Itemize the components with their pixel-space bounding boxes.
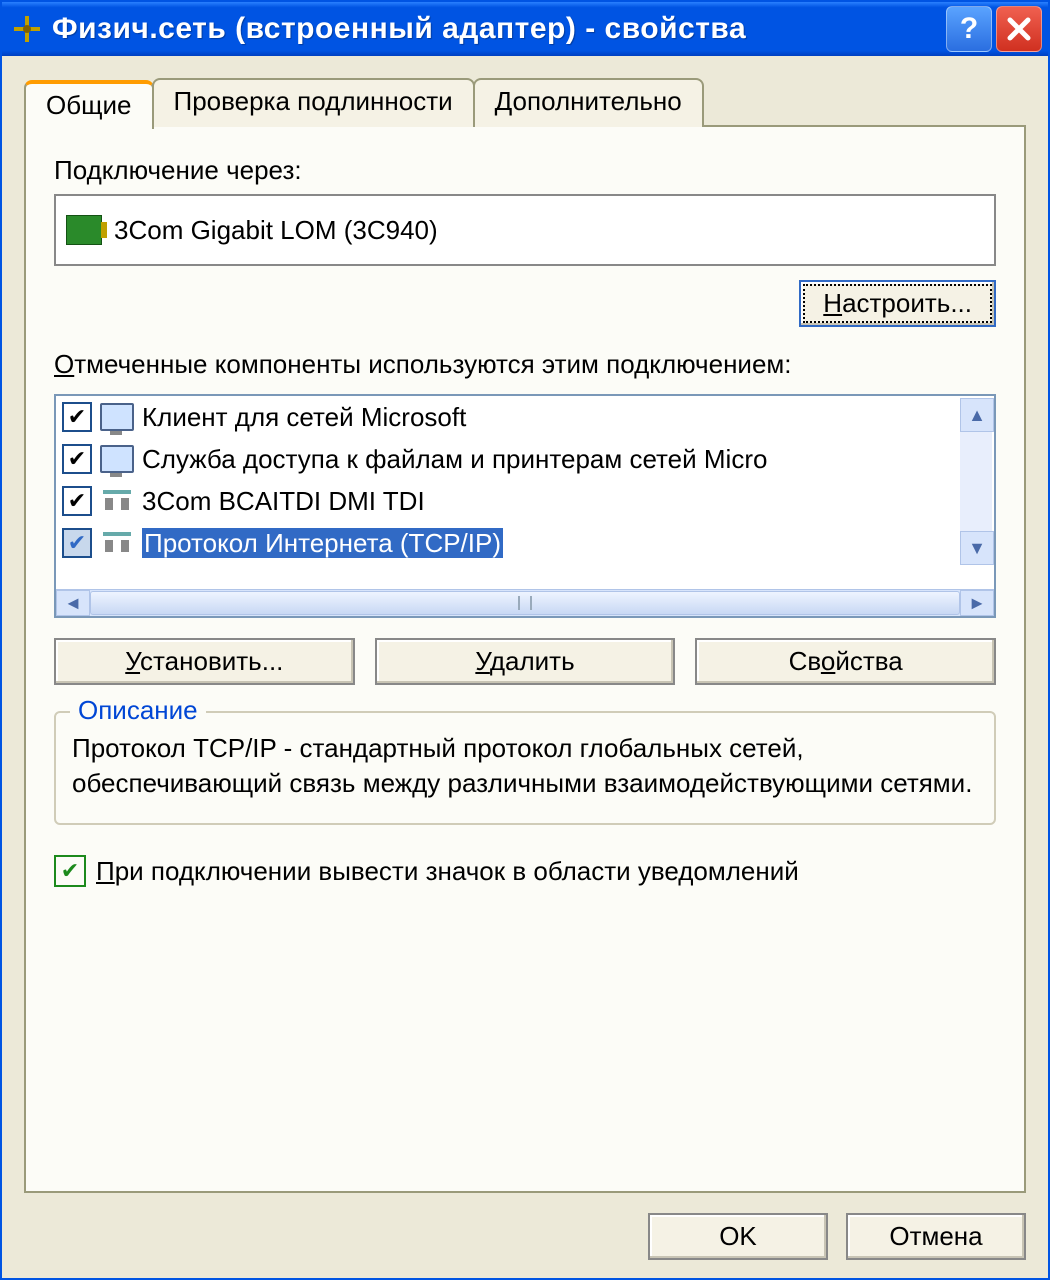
protocol-icon bbox=[100, 484, 134, 518]
titlebar[interactable]: Физич.сеть (встроенный адаптер) - свойст… bbox=[2, 2, 1048, 56]
tab-general[interactable]: Общие bbox=[24, 80, 154, 129]
list-item[interactable]: Протокол Интернета (TCP/IP) bbox=[56, 522, 994, 564]
notify-checkbox[interactable] bbox=[54, 855, 86, 887]
notify-checkbox-row[interactable]: При подключении вывести значок в области… bbox=[54, 855, 996, 887]
hscroll-thumb[interactable] bbox=[90, 591, 960, 615]
install-button[interactable]: Установить... bbox=[54, 638, 355, 685]
list-item[interactable]: Клиент для сетей Microsoft bbox=[56, 396, 994, 438]
list-item[interactable]: 3Com BCAITDI DMI TDI bbox=[56, 480, 994, 522]
description-legend: Описание bbox=[70, 695, 206, 726]
cancel-button[interactable]: Отмена bbox=[846, 1213, 1026, 1260]
description-group: Описание Протокол TCP/IP - стандартный п… bbox=[54, 711, 996, 825]
configure-button[interactable]: Настроить... bbox=[799, 280, 996, 327]
tab-advanced[interactable]: Дополнительно bbox=[473, 78, 704, 127]
client-icon bbox=[100, 400, 134, 434]
component-checkbox[interactable] bbox=[62, 528, 92, 558]
component-checkbox[interactable] bbox=[62, 444, 92, 474]
tab-panel-general: Подключение через: 3Com Gigabit LOM (3C9… bbox=[24, 125, 1026, 1193]
connect-through-label: Подключение через: bbox=[54, 155, 996, 186]
scroll-up-button[interactable]: ▲ bbox=[960, 398, 994, 432]
horizontal-scrollbar[interactable]: ◄ ► bbox=[56, 589, 994, 616]
nic-icon bbox=[66, 215, 102, 245]
properties-button[interactable]: Свойства bbox=[695, 638, 996, 685]
ok-button[interactable]: OK bbox=[648, 1213, 828, 1260]
properties-dialog: Физич.сеть (встроенный адаптер) - свойст… bbox=[0, 0, 1050, 1280]
components-label: Отмеченные компоненты используются этим … bbox=[54, 349, 996, 380]
scroll-right-button[interactable]: ► bbox=[960, 590, 994, 616]
component-label: Протокол Интернета (TCP/IP) bbox=[142, 528, 988, 559]
adapter-name: 3Com Gigabit LOM (3C940) bbox=[114, 215, 438, 246]
notify-label: При подключении вывести значок в области… bbox=[96, 856, 799, 887]
help-button[interactable]: ? bbox=[946, 6, 992, 52]
tab-authentication[interactable]: Проверка подлинности bbox=[152, 78, 475, 127]
description-text: Протокол TCP/IP - стандартный протокол г… bbox=[72, 731, 978, 801]
component-checkbox[interactable] bbox=[62, 402, 92, 432]
window-title: Физич.сеть (встроенный адаптер) - свойст… bbox=[52, 12, 946, 46]
network-adapter-icon bbox=[10, 12, 44, 46]
tab-strip: Общие Проверка подлинности Дополнительно bbox=[24, 78, 1026, 127]
component-label: Клиент для сетей Microsoft bbox=[142, 402, 988, 433]
scroll-down-button[interactable]: ▼ bbox=[960, 531, 994, 565]
client-icon bbox=[100, 442, 134, 476]
components-list[interactable]: Клиент для сетей Microsoft Служба доступа… bbox=[54, 394, 996, 618]
component-checkbox[interactable] bbox=[62, 486, 92, 516]
list-item[interactable]: Служба доступа к файлам и принтерам сете… bbox=[56, 438, 994, 480]
component-label: 3Com BCAITDI DMI TDI bbox=[142, 486, 988, 517]
adapter-display: 3Com Gigabit LOM (3C940) bbox=[54, 194, 996, 266]
remove-button[interactable]: Удалить bbox=[375, 638, 676, 685]
scroll-left-button[interactable]: ◄ bbox=[56, 590, 90, 616]
vertical-scrollbar[interactable]: ▲ ▼ bbox=[960, 398, 992, 565]
component-label: Служба доступа к файлам и принтерам сете… bbox=[142, 444, 988, 475]
protocol-icon bbox=[100, 526, 134, 560]
close-button[interactable] bbox=[996, 6, 1042, 52]
dialog-footer: OK Отмена bbox=[2, 1195, 1048, 1278]
